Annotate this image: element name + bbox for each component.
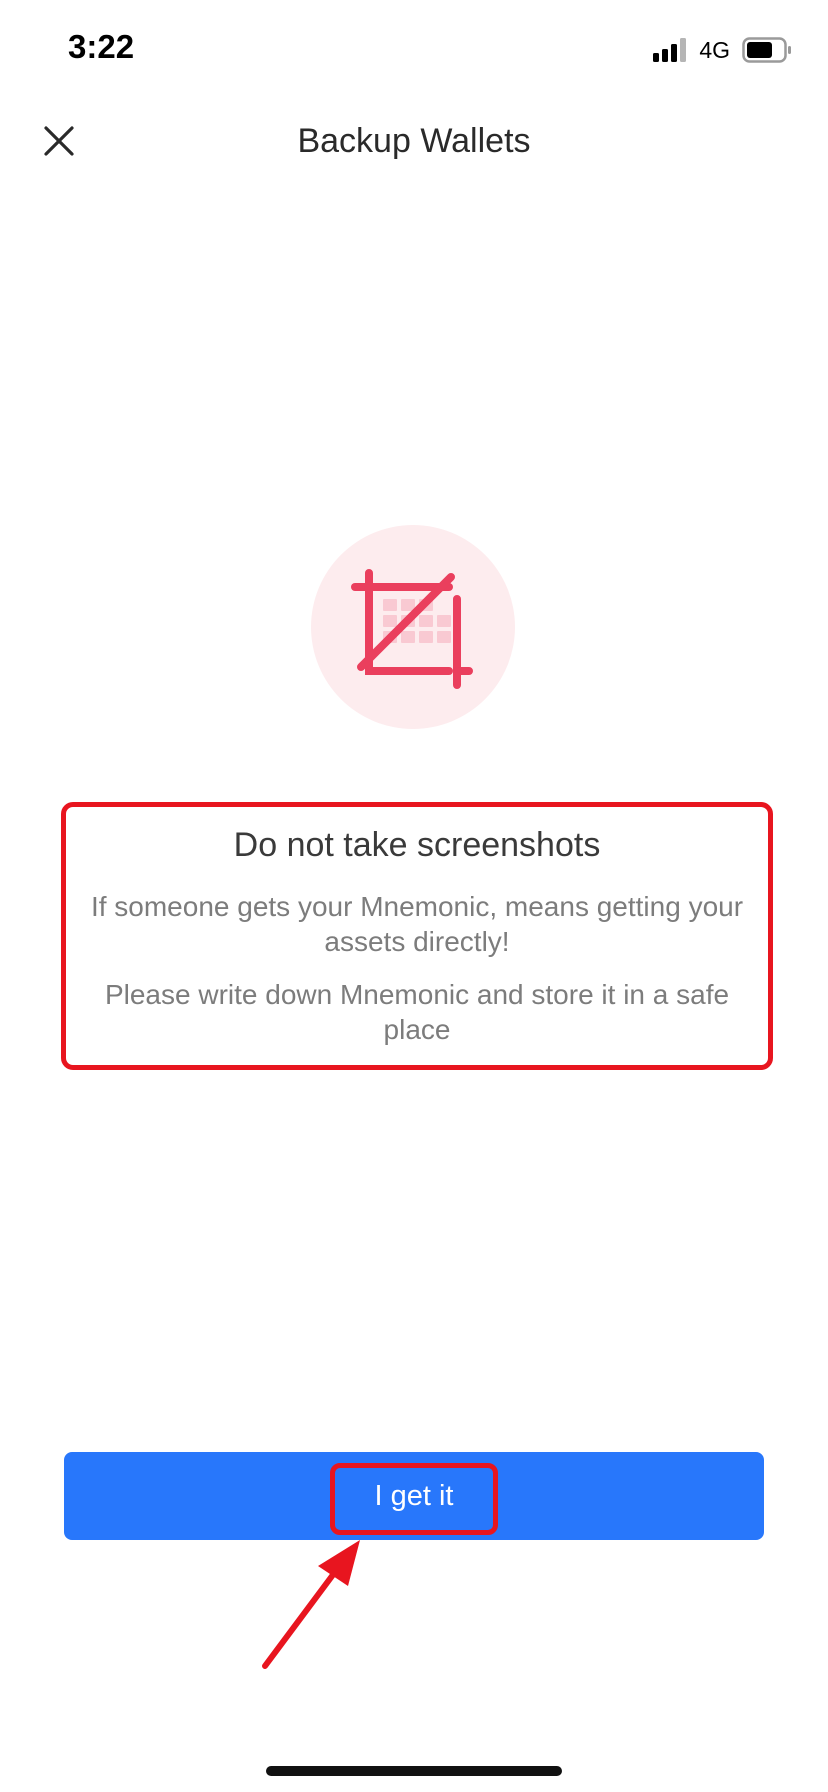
page-title: Backup Wallets <box>297 122 531 160</box>
i-get-it-button[interactable]: I get it <box>64 1452 764 1540</box>
status-time: 3:22 <box>68 28 135 65</box>
home-indicator <box>266 1766 562 1776</box>
i-get-it-label: I get it <box>374 1479 454 1512</box>
warning-text-assets: If someone gets your Mnemonic, means get… <box>90 891 744 957</box>
no-screenshot-crop-icon <box>351 569 473 689</box>
backup-wallets-screen: 3:22 4G Backup Wallets Do not take scree… <box>0 0 828 1792</box>
red-arrow-icon <box>262 1540 360 1669</box>
status-indicators: 4G <box>653 36 792 64</box>
warning-text-storage: Please write down Mnemonic and store it … <box>104 979 730 1045</box>
no-screenshot-illustration <box>311 525 515 729</box>
cellular-signal-icon <box>653 38 687 62</box>
warning-heading: Do not take screenshots <box>233 826 601 864</box>
battery-icon <box>742 37 791 63</box>
network-type-label: 4G <box>699 36 730 63</box>
warning-card: Do not take screenshots If someone gets … <box>61 802 773 1070</box>
